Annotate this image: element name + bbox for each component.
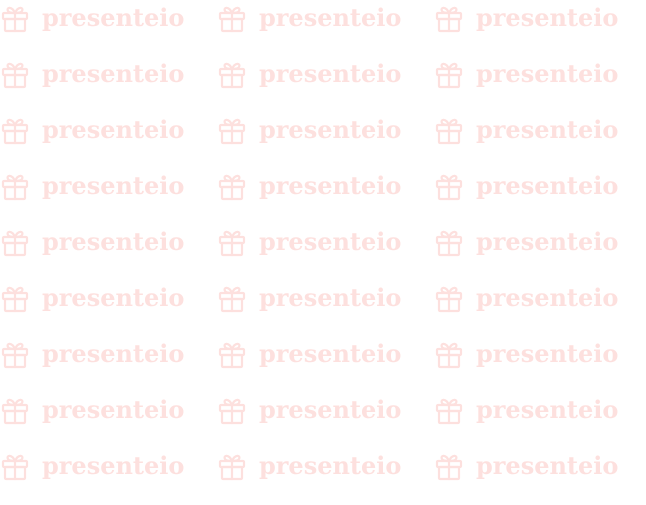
watermark-tile: presenteio — [217, 337, 401, 371]
watermark-tile: presenteio — [434, 337, 618, 371]
gift-icon — [435, 230, 463, 257]
watermark-text: presenteio — [476, 395, 619, 424]
watermark-text: presenteio — [259, 283, 402, 312]
watermark-tile: presenteio — [0, 57, 184, 91]
watermark-text: presenteio — [476, 283, 619, 312]
gift-icon — [1, 6, 29, 33]
gift-icon — [435, 398, 463, 425]
gift-icon — [435, 174, 463, 201]
watermark-text: presenteio — [476, 59, 619, 88]
watermark-text: presenteio — [42, 59, 185, 88]
watermark-tile: presenteio — [0, 113, 184, 147]
watermark-tile: presenteio — [434, 281, 618, 315]
gift-icon — [435, 62, 463, 89]
gift-icon — [1, 230, 29, 257]
gift-icon — [218, 398, 246, 425]
watermark-text: presenteio — [476, 3, 619, 32]
gift-icon — [218, 174, 246, 201]
watermark-text: presenteio — [476, 339, 619, 368]
watermark-tile: presenteio — [0, 337, 184, 371]
watermark-text: presenteio — [476, 171, 619, 200]
watermark-text: presenteio — [259, 451, 402, 480]
watermark-tile: presenteio — [434, 449, 618, 483]
watermark-pattern: presenteio presenteio presenteio presenteio… — [0, 0, 646, 505]
watermark-text: presenteio — [476, 451, 619, 480]
gift-icon — [1, 398, 29, 425]
gift-icon — [218, 118, 246, 145]
watermark-text: presenteio — [259, 339, 402, 368]
watermark-text: presenteio — [42, 451, 185, 480]
watermark-tile: presenteio — [217, 449, 401, 483]
watermark-text: presenteio — [259, 171, 402, 200]
watermark-tile: presenteio — [217, 1, 401, 35]
gift-icon — [218, 230, 246, 257]
watermark-tile: presenteio — [434, 57, 618, 91]
watermark-tile: presenteio — [217, 169, 401, 203]
watermark-tile: presenteio — [0, 393, 184, 427]
watermark-text: presenteio — [259, 227, 402, 256]
watermark-tile: presenteio — [0, 225, 184, 259]
watermark-tile: presenteio — [0, 449, 184, 483]
watermark-text: presenteio — [259, 3, 402, 32]
watermark-tile: presenteio — [217, 113, 401, 147]
watermark-tile: presenteio — [434, 113, 618, 147]
watermark-tile: presenteio — [0, 1, 184, 35]
watermark-tile: presenteio — [434, 1, 618, 35]
watermark-text: presenteio — [42, 3, 185, 32]
watermark-tile: presenteio — [217, 225, 401, 259]
gift-icon — [218, 342, 246, 369]
watermark-tile: presenteio — [217, 281, 401, 315]
watermark-text: presenteio — [259, 115, 402, 144]
gift-icon — [1, 174, 29, 201]
watermark-tile: presenteio — [217, 57, 401, 91]
watermark-text: presenteio — [259, 59, 402, 88]
gift-icon — [435, 6, 463, 33]
gift-icon — [435, 286, 463, 313]
watermark-text: presenteio — [42, 395, 185, 424]
gift-icon — [1, 454, 29, 481]
watermark-tile: presenteio — [434, 225, 618, 259]
gift-icon — [435, 118, 463, 145]
gift-icon — [435, 342, 463, 369]
watermark-tile: presenteio — [0, 169, 184, 203]
watermark-text: presenteio — [42, 339, 185, 368]
gift-icon — [218, 62, 246, 89]
watermark-text: presenteio — [476, 227, 619, 256]
watermark-text: presenteio — [42, 283, 185, 312]
gift-icon — [218, 286, 246, 313]
gift-icon — [1, 286, 29, 313]
gift-icon — [218, 6, 246, 33]
gift-icon — [1, 118, 29, 145]
gift-icon — [218, 454, 246, 481]
watermark-tile: presenteio — [434, 169, 618, 203]
gift-icon — [1, 62, 29, 89]
watermark-text: presenteio — [259, 395, 402, 424]
watermark-tile: presenteio — [0, 281, 184, 315]
watermark-text: presenteio — [42, 171, 185, 200]
gift-icon — [1, 342, 29, 369]
watermark-text: presenteio — [42, 115, 185, 144]
watermark-tile: presenteio — [434, 393, 618, 427]
watermark-tile: presenteio — [217, 393, 401, 427]
gift-icon — [435, 454, 463, 481]
watermark-text: presenteio — [476, 115, 619, 144]
watermark-text: presenteio — [42, 227, 185, 256]
